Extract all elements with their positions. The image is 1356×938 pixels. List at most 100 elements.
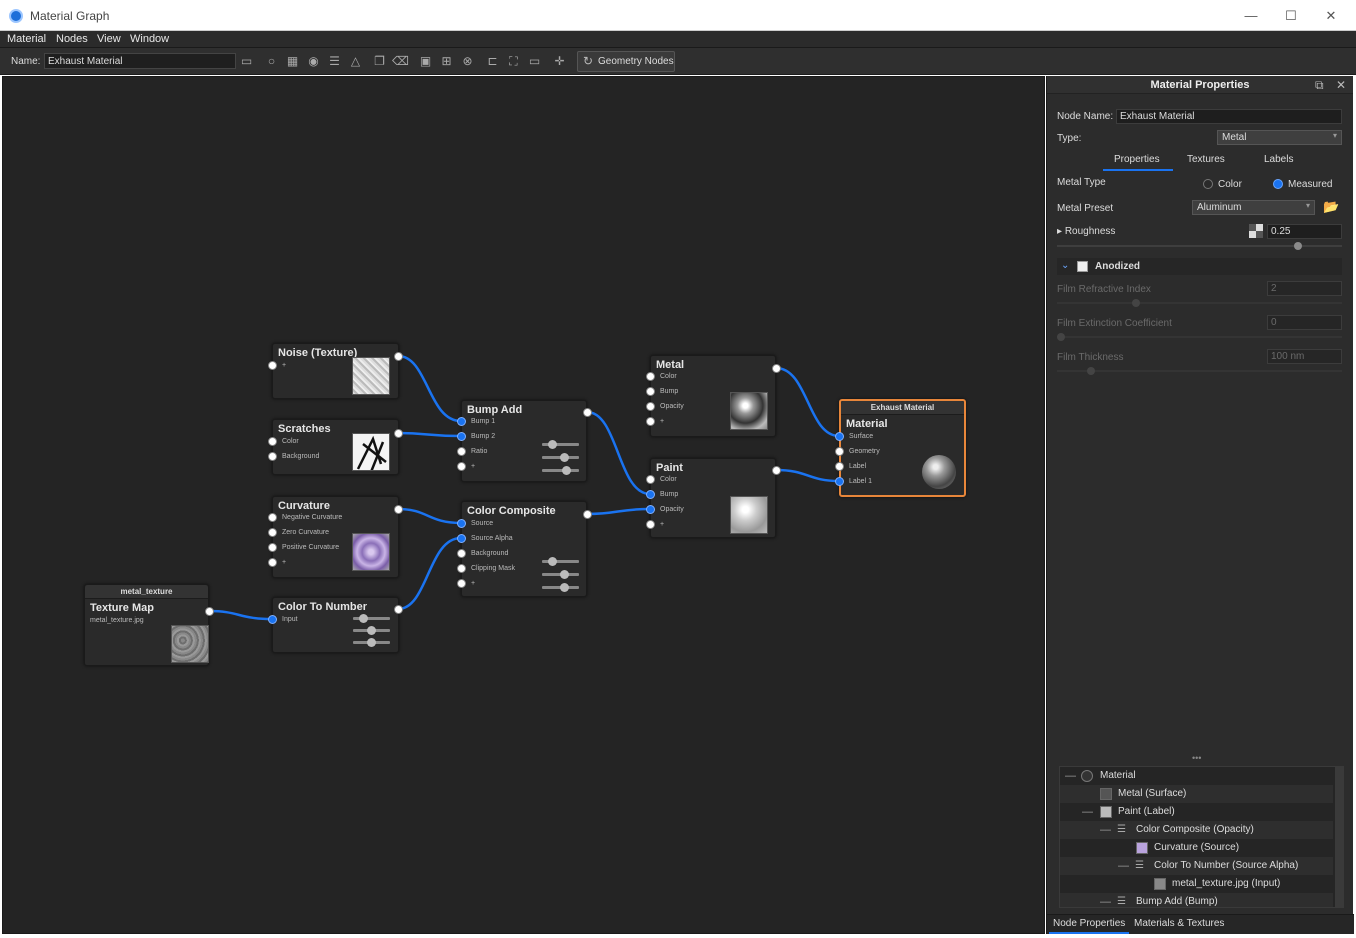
- input-port[interactable]: [457, 549, 466, 558]
- input-port[interactable]: [646, 387, 655, 396]
- close-button[interactable]: ✕: [1320, 6, 1342, 26]
- slider[interactable]: [542, 466, 579, 475]
- menu-material[interactable]: Material: [7, 33, 46, 45]
- tree-item[interactable]: — ☰ Color To Number (Source Alpha): [1060, 857, 1333, 875]
- node-link-icon[interactable]: ⊗: [459, 53, 476, 69]
- input-port[interactable]: [835, 462, 844, 471]
- save-icon[interactable]: ▭: [238, 53, 255, 69]
- name-input[interactable]: Exhaust Material: [44, 53, 236, 69]
- close-panel-icon[interactable]: ✕: [1336, 78, 1346, 92]
- tree-item[interactable]: — ☰ Color Composite (Opacity): [1060, 821, 1333, 839]
- output-port[interactable]: [583, 408, 592, 417]
- node-scratches[interactable]: Scratches Color Background: [268, 419, 403, 475]
- input-port[interactable]: [646, 490, 655, 499]
- input-port[interactable]: [268, 543, 277, 552]
- node-paint[interactable]: Paint Color Bump Opacity +: [646, 458, 781, 538]
- roughness-label[interactable]: ▸ Roughness: [1057, 226, 1115, 237]
- input-port[interactable]: [457, 534, 466, 543]
- output-port[interactable]: [583, 510, 592, 519]
- node-curvature[interactable]: Curvature Negative Curvature Zero Curvat…: [268, 496, 403, 578]
- lasso-icon[interactable]: ○: [263, 53, 280, 69]
- tab-textures[interactable]: Textures: [1187, 154, 1225, 165]
- node-metal[interactable]: Metal Color Bump Opacity +: [646, 355, 781, 437]
- checker-icon[interactable]: ▦: [284, 53, 301, 69]
- input-port[interactable]: [268, 558, 277, 567]
- slider[interactable]: [353, 614, 390, 623]
- collapse-icon[interactable]: —: [1100, 893, 1111, 907]
- more-handle[interactable]: •••: [1192, 753, 1201, 763]
- input-port[interactable]: [835, 447, 844, 456]
- output-port[interactable]: [772, 364, 781, 373]
- slider[interactable]: [542, 440, 579, 449]
- tab-node-properties[interactable]: Node Properties: [1053, 918, 1125, 929]
- layout-icon[interactable]: ✛: [551, 53, 568, 69]
- menu-window[interactable]: Window: [130, 33, 169, 45]
- output-port[interactable]: [394, 429, 403, 438]
- input-port[interactable]: [457, 564, 466, 573]
- slider[interactable]: [542, 453, 579, 462]
- collapse-icon[interactable]: —: [1065, 767, 1076, 785]
- input-port[interactable]: [646, 505, 655, 514]
- output-port[interactable]: [394, 505, 403, 514]
- input-port[interactable]: [457, 579, 466, 588]
- chevron-down-icon[interactable]: ⌄: [1061, 260, 1069, 271]
- tree-item[interactable]: Curvature (Source): [1060, 839, 1333, 857]
- output-port[interactable]: [394, 605, 403, 614]
- tab-materials-textures[interactable]: Materials & Textures: [1134, 918, 1224, 929]
- maximize-button[interactable]: ☐: [1280, 6, 1302, 26]
- collapse-icon[interactable]: —: [1100, 821, 1111, 839]
- tree-scrollbar[interactable]: [1335, 767, 1343, 907]
- tree-item[interactable]: metal_texture.jpg (Input): [1060, 875, 1333, 893]
- node-bump-add[interactable]: Bump Add Bump 1 Bump 2 Ratio +: [457, 400, 592, 482]
- slider[interactable]: [353, 626, 390, 635]
- node-material[interactable]: Exhaust Material Material Surface Geomet…: [835, 399, 966, 497]
- input-port[interactable]: [646, 475, 655, 484]
- tab-properties[interactable]: Properties: [1114, 154, 1160, 165]
- slider-knob[interactable]: [1294, 242, 1302, 250]
- geometry-nodes-button[interactable]: ↻ Geometry Nodes: [577, 51, 675, 72]
- node-noise[interactable]: Noise (Texture) +: [268, 343, 403, 399]
- input-port[interactable]: [457, 462, 466, 471]
- input-port[interactable]: [835, 477, 844, 486]
- input-port[interactable]: [457, 447, 466, 456]
- input-port[interactable]: [268, 452, 277, 461]
- copy-icon[interactable]: ❐: [371, 53, 388, 69]
- roughness-input[interactable]: 0.25: [1267, 224, 1342, 239]
- slider[interactable]: [542, 583, 579, 592]
- node-color-to-number[interactable]: Color To Number Input: [268, 597, 403, 653]
- input-port[interactable]: [457, 519, 466, 528]
- input-port[interactable]: [457, 417, 466, 426]
- tree-item[interactable]: — Paint (Label): [1060, 803, 1333, 821]
- radio-measured[interactable]: [1273, 179, 1283, 189]
- texture-map-icon[interactable]: [1249, 224, 1263, 238]
- input-port[interactable]: [457, 432, 466, 441]
- slider[interactable]: [542, 570, 579, 579]
- folder-icon[interactable]: 📂: [1323, 199, 1339, 215]
- input-port[interactable]: [646, 520, 655, 529]
- input-port[interactable]: [835, 432, 844, 441]
- node-name-input[interactable]: Exhaust Material: [1116, 109, 1342, 124]
- anodized-checkbox[interactable]: [1077, 261, 1088, 272]
- warning-icon[interactable]: △: [347, 53, 364, 69]
- slider[interactable]: [353, 638, 390, 647]
- collapse-icon[interactable]: —: [1118, 857, 1129, 875]
- input-port[interactable]: [268, 513, 277, 522]
- tree-item[interactable]: — Material: [1060, 767, 1333, 785]
- adjust-icon[interactable]: ☰: [326, 53, 343, 69]
- node-texture-map[interactable]: metal_texture Texture Map metal_texture.…: [84, 584, 214, 666]
- tree-item[interactable]: Metal (Surface): [1060, 785, 1333, 803]
- slider[interactable]: [542, 557, 579, 566]
- input-port[interactable]: [268, 615, 277, 624]
- input-port[interactable]: [646, 417, 655, 426]
- menu-nodes[interactable]: Nodes: [56, 33, 88, 45]
- type-select[interactable]: Metal ▾: [1217, 130, 1342, 145]
- frame-icon[interactable]: ▭: [526, 53, 543, 69]
- node-add-icon[interactable]: ▣: [417, 53, 434, 69]
- output-port[interactable]: [205, 607, 214, 616]
- output-port[interactable]: [772, 466, 781, 475]
- collapse-icon[interactable]: —: [1082, 803, 1093, 821]
- output-port[interactable]: [394, 352, 403, 361]
- menu-view[interactable]: View: [97, 33, 121, 45]
- undock-icon[interactable]: ⧉: [1315, 78, 1324, 93]
- roughness-slider[interactable]: [1057, 242, 1342, 250]
